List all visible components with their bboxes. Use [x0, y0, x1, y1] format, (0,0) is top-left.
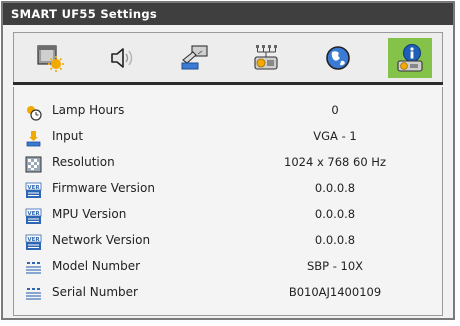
tab-remote[interactable]: [172, 38, 216, 78]
tab-audio[interactable]: [100, 38, 144, 78]
version-badge-icon: VER: [25, 234, 42, 250]
row-mpu-version: VER MPU Version 0.0.0.8: [14, 203, 442, 229]
tab-picture[interactable]: [28, 38, 72, 78]
svg-text:VER: VER: [27, 185, 40, 191]
model-number-value: SBP - 10X: [306, 259, 364, 273]
row-network-version: VER Network Version 0.0.0.8: [14, 229, 442, 255]
row-model-number: Model Number SBP - 10X: [14, 255, 442, 281]
svg-text:VER: VER: [27, 211, 40, 217]
network-version-label: Network Version: [52, 233, 151, 247]
mpu-version-value: 0.0.0.8: [314, 207, 356, 221]
firmware-version-value: 0.0.0.8: [314, 181, 356, 195]
model-number-icon: [26, 262, 41, 274]
model-number-label: Model Number: [52, 259, 141, 273]
mpu-version-label: MPU Version: [52, 207, 127, 221]
row-input: Input VGA - 1: [14, 125, 442, 151]
lamp-hours-value: 0: [331, 103, 339, 117]
settings-tab-bar: [13, 32, 443, 83]
row-firmware-version: VER Firmware Version 0.0.0.8: [14, 177, 442, 203]
version-badge-icon: VER: [25, 208, 42, 224]
information-panel: Lamp Hours 0 Input VGA - 1 Resolution 10…: [13, 87, 443, 316]
serial-number-value: B010AJ1400109: [288, 285, 382, 299]
resolution-value: 1024 x 768 60 Hz: [284, 155, 386, 169]
remote-hand-icon: [181, 45, 208, 70]
row-resolution: Resolution 1024 x 768 60 Hz: [14, 151, 442, 177]
network-projector-icon: [254, 45, 278, 70]
lamp-hours-icon: [27, 106, 42, 121]
input-icon: [26, 131, 41, 147]
resolution-label: Resolution: [52, 155, 115, 169]
speaker-volume-icon: [111, 48, 133, 68]
serial-number-icon: [26, 288, 41, 300]
resolution-icon: [25, 156, 42, 173]
projector-image-icon: [37, 45, 64, 72]
window-title: SMART UF55 Settings: [3, 3, 453, 25]
network-version-value: 0.0.0.8: [314, 233, 356, 247]
tab-network[interactable]: [244, 38, 288, 78]
settings-window: SMART UF55 Settings Lamp Hours 0 Input V…: [1, 1, 455, 320]
tab-language[interactable]: [316, 38, 360, 78]
input-value: VGA - 1: [313, 129, 357, 143]
row-lamp-hours: Lamp Hours 0: [14, 99, 442, 125]
svg-text:VER: VER: [27, 237, 40, 243]
version-badge-icon: VER: [25, 182, 42, 198]
globe-language-icon: [326, 46, 350, 70]
serial-number-label: Serial Number: [52, 285, 138, 299]
tab-underline: [13, 82, 443, 85]
row-serial-number: Serial Number B010AJ1400109: [14, 281, 442, 307]
lamp-hours-label: Lamp Hours: [52, 103, 125, 117]
tab-information[interactable]: [388, 38, 432, 78]
input-label: Input: [52, 129, 84, 143]
info-projector-icon: [397, 44, 423, 72]
firmware-version-label: Firmware Version: [52, 181, 155, 195]
